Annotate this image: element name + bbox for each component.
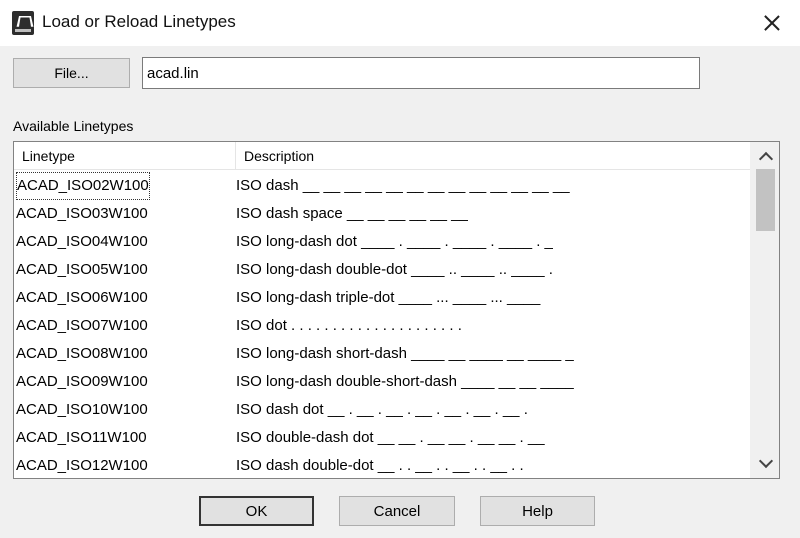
linetype-description: ISO long-dash short-dash ____ __ ____ __… — [236, 345, 574, 362]
list-item[interactable]: ACAD_ISO09W100 ISO long-dash double-shor… — [14, 368, 752, 396]
linetype-description: ISO dash double-dot __ . . __ . . __ . .… — [236, 457, 524, 474]
linetype-name: ACAD_ISO06W100 — [16, 289, 148, 306]
vertical-scrollbar[interactable] — [750, 142, 779, 478]
list-item[interactable]: ACAD_ISO07W100 ISO dot . . . . . . . . .… — [14, 312, 752, 340]
filename-field[interactable] — [142, 57, 700, 89]
linetype-description: ISO long-dash triple-dot ____ ... ____ .… — [236, 289, 541, 306]
list-header: Linetype Description — [14, 142, 752, 170]
linetype-description: ISO dot . . . . . . . . . . . . . . . . … — [236, 317, 462, 334]
help-button[interactable]: Help — [480, 496, 595, 526]
linetype-description: ISO dash space __ __ __ __ __ __ — [236, 205, 468, 222]
linetype-description: ISO dash dot __ . __ . __ . __ . __ . __… — [236, 401, 528, 418]
linetype-name: ACAD_ISO10W100 — [16, 401, 148, 418]
linetype-name: ACAD_ISO07W100 — [16, 317, 148, 334]
linetype-list[interactable]: Linetype Description ACAD_ISO02W100 ISO … — [13, 141, 780, 479]
load-linetypes-dialog: Load or Reload Linetypes File... Availab… — [0, 0, 800, 538]
list-item[interactable]: ACAD_ISO04W100 ISO long-dash dot ____ . … — [14, 228, 752, 256]
available-linetypes-label: Available Linetypes — [13, 118, 134, 134]
column-header-description[interactable]: Description — [236, 142, 752, 170]
linetype-description: ISO long-dash double-dot ____ .. ____ ..… — [236, 261, 553, 278]
window-title: Load or Reload Linetypes — [42, 12, 236, 31]
list-item[interactable]: ACAD_ISO11W100 ISO double-dash dot __ __… — [14, 424, 752, 452]
list-item[interactable]: ACAD_ISO08W100 ISO long-dash short-dash … — [14, 340, 752, 368]
title-bar: Load or Reload Linetypes — [0, 0, 800, 46]
linetype-description: ISO dash __ __ __ __ __ __ __ __ __ __ _… — [236, 177, 570, 194]
list-item[interactable]: ACAD_ISO02W100 ISO dash __ __ __ __ __ _… — [14, 172, 752, 200]
linetype-name: ACAD_ISO02W100 — [16, 172, 150, 200]
scroll-thumb[interactable] — [756, 169, 775, 231]
close-icon[interactable] — [752, 6, 792, 40]
linetype-description: ISO long-dash double-short-dash ____ __ … — [236, 373, 574, 390]
list-item[interactable]: ACAD_ISO12W100 ISO dash double-dot __ . … — [14, 452, 752, 478]
ok-button[interactable]: OK — [199, 496, 314, 526]
linetype-name: ACAD_ISO04W100 — [16, 233, 148, 250]
linetype-rows: ACAD_ISO02W100 ISO dash __ __ __ __ __ _… — [14, 172, 752, 478]
chevron-down-icon[interactable] — [751, 452, 779, 474]
file-button[interactable]: File... — [13, 58, 130, 88]
linetype-name: ACAD_ISO05W100 — [16, 261, 148, 278]
linetype-name: ACAD_ISO09W100 — [16, 373, 148, 390]
cancel-button[interactable]: Cancel — [339, 496, 455, 526]
list-item[interactable]: ACAD_ISO10W100 ISO dash dot __ . __ . __… — [14, 396, 752, 424]
list-item[interactable]: ACAD_ISO05W100 ISO long-dash double-dot … — [14, 256, 752, 284]
linetype-name: ACAD_ISO12W100 — [16, 457, 148, 474]
autocad-app-icon — [12, 11, 34, 35]
list-item[interactable]: ACAD_ISO03W100 ISO dash space __ __ __ _… — [14, 200, 752, 228]
linetype-name: ACAD_ISO11W100 — [16, 429, 147, 446]
linetype-name: ACAD_ISO03W100 — [16, 205, 148, 222]
chevron-up-icon[interactable] — [751, 146, 779, 168]
linetype-description: ISO long-dash dot ____ . ____ . ____ . _… — [236, 233, 553, 250]
linetype-name: ACAD_ISO08W100 — [16, 345, 148, 362]
linetype-description: ISO double-dash dot __ __ . __ __ . __ _… — [236, 429, 545, 446]
column-header-linetype[interactable]: Linetype — [14, 142, 236, 170]
list-item[interactable]: ACAD_ISO06W100 ISO long-dash triple-dot … — [14, 284, 752, 312]
